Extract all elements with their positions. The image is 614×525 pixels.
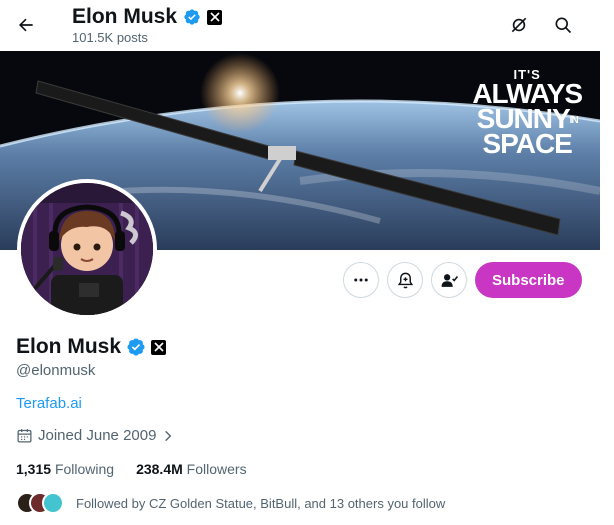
arrow-left-icon [18, 18, 33, 32]
profile-actions: Subscribe [343, 262, 582, 298]
bell-add-icon [397, 272, 413, 288]
subscribe-button[interactable]: Subscribe [475, 262, 582, 298]
profile-name-row: Elon Musk [16, 335, 167, 359]
following-button[interactable] [431, 262, 467, 298]
mini-avatar [42, 492, 64, 514]
verified-badge-icon [183, 8, 201, 26]
header-name: Elon Musk [72, 5, 178, 28]
followers-label: Followers [186, 461, 247, 477]
search-icon [555, 17, 572, 34]
verified-badge-icon[interactable] [126, 337, 146, 357]
following-stat[interactable]: 1,315 Following [16, 461, 114, 477]
banner-line4: SPACE [482, 128, 572, 160]
header-name-row: Elon Musk [72, 5, 223, 29]
followed-by-avatars [16, 492, 64, 514]
banner-text: IT'S ALWAYS SUNNYIN SPACE [472, 68, 583, 160]
following-count: 1,315 [16, 461, 52, 477]
followers-count: 238.4M [136, 461, 183, 477]
grok-icon [511, 17, 527, 33]
person-check-icon [441, 273, 458, 287]
joined-date[interactable]: Joined June 2009 [16, 427, 175, 444]
profile-website-link[interactable]: Terafab.ai [16, 395, 82, 412]
grok-button[interactable] [503, 9, 535, 41]
back-button[interactable] [10, 9, 42, 41]
more-dots-icon [354, 278, 368, 282]
profile-handle: @elonmusk [16, 362, 96, 379]
profile-avatar[interactable] [17, 179, 157, 319]
header-posts-count: 101.5K posts [72, 30, 148, 45]
following-label: Following [54, 461, 115, 477]
calendar-icon [17, 429, 32, 443]
followed-by-text: Followed by CZ Golden Statue, BitBull, a… [76, 495, 446, 511]
followed-by[interactable]: Followed by CZ Golden Statue, BitBull, a… [16, 492, 445, 514]
notifications-button[interactable] [387, 262, 423, 298]
joined-text: Joined June 2009 [38, 427, 157, 444]
more-button[interactable] [343, 262, 379, 298]
followers-stat[interactable]: 238.4M Followers [136, 461, 247, 477]
profile-display-name: Elon Musk [16, 335, 122, 358]
follow-stats: 1,315 Following 238.4M Followers [16, 461, 247, 477]
x-affiliate-badge-icon [207, 9, 223, 25]
top-bar: Elon Musk 101.5K posts [0, 0, 600, 50]
search-button[interactable] [547, 9, 579, 41]
x-affiliate-badge-icon[interactable] [151, 339, 167, 355]
chevron-right-icon [165, 430, 172, 441]
